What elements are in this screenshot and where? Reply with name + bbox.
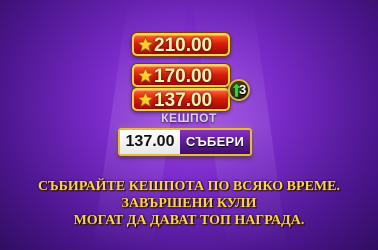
cashpot-label: КЕШПОТ <box>161 111 217 125</box>
prize-row-2: 170.00 <box>132 64 230 87</box>
prize-value: 137.00 <box>154 90 213 111</box>
multiplier-badge: 3 <box>228 79 250 101</box>
cashpot-bar: 137.00 СЪБЕРИ <box>118 128 252 156</box>
cashpot-value: 137.00 <box>120 130 180 154</box>
message-line-1: СЪБИРАЙТЕ КЕШПОТА ПО ВСЯКО ВРЕМЕ. <box>38 179 340 194</box>
prize-row-3: 137.00 <box>132 88 230 111</box>
star-icon <box>137 67 154 84</box>
prize-value: 210.00 <box>154 35 213 56</box>
message-line-3: МОГАТ ДА ДАВАТ ТОП НАГРАДА. <box>73 213 305 228</box>
multiplier-count: 3 <box>239 82 247 97</box>
info-message: СЪБИРАЙТЕ КЕШПОТА ПО ВСЯКО ВРЕМЕ. ЗАВЪРШ… <box>0 178 378 229</box>
prize-value: 170.00 <box>154 66 213 87</box>
prize-row-1: 210.00 <box>132 33 230 56</box>
star-icon <box>137 36 154 53</box>
star-icon <box>137 91 154 108</box>
cashpot-screen: { "prizes": [ {"value": "210.00", "icon"… <box>0 0 378 250</box>
message-line-2: ЗАВЪРШЕНИ КУЛИ <box>121 196 257 211</box>
collect-button[interactable]: СЪБЕРИ <box>180 130 250 154</box>
